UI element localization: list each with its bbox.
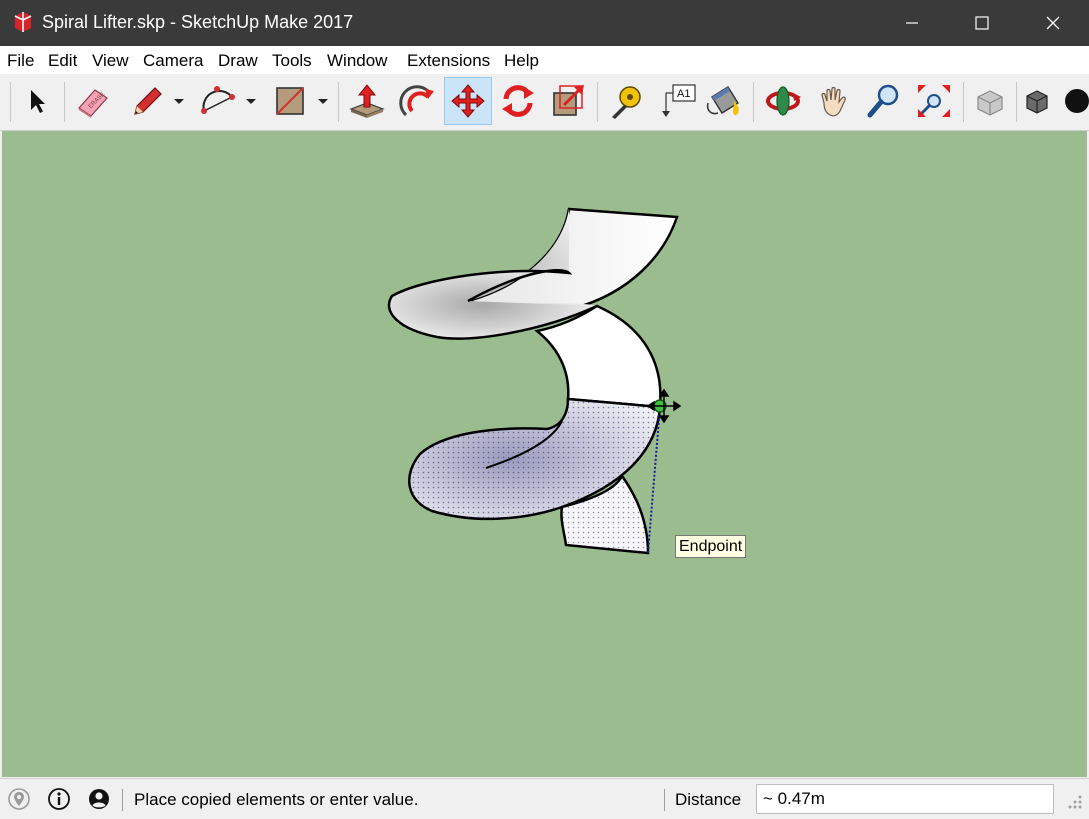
info-icon[interactable] (47, 787, 71, 811)
text-tool-label: A1 (677, 88, 690, 100)
follow-me-tool-button[interactable] (394, 77, 442, 125)
toolbar-separator (597, 82, 598, 122)
spiral-model (387, 207, 682, 555)
scale-tool-button[interactable] (544, 77, 592, 125)
solid-cube-icon (1026, 90, 1048, 114)
select-arrow-icon (31, 90, 45, 113)
rotate-tool-button[interactable] (494, 77, 542, 125)
toolbar-grip (10, 82, 11, 122)
menu-draw[interactable]: Draw (218, 51, 258, 71)
toolbar-separator (64, 82, 65, 122)
spiral-top-ribbon (463, 207, 679, 314)
menu-bar: File Edit View Camera Draw Tools Window … (0, 46, 1089, 74)
maximize-button[interactable] (959, 0, 1005, 46)
measurement-label: Distance (675, 790, 742, 809)
pan-tool-button[interactable] (810, 77, 858, 125)
line-dropdown-arrow-icon[interactable] (173, 94, 185, 108)
eraser-icon: ERASE (78, 89, 108, 118)
line-tool-button[interactable] (122, 77, 170, 125)
overflow-tool-button[interactable] (1057, 77, 1089, 125)
eraser-tool-button[interactable]: ERASE (68, 77, 116, 125)
user-account-icon[interactable] (87, 787, 111, 811)
rectangle-dropdown-arrow-icon[interactable] (317, 94, 329, 108)
arc-dropdown-arrow-icon[interactable] (245, 94, 257, 108)
title-bar: Spiral Lifter.skp - SketchUp Make 2017 (0, 0, 1089, 46)
zoom-extents-icon (918, 85, 950, 117)
menu-extensions[interactable]: Extensions (407, 51, 490, 71)
window-title: Spiral Lifter.skp - SketchUp Make 2017 (42, 12, 354, 32)
toolbar: ERASE A1 (0, 74, 1089, 131)
push-pull-icon (349, 84, 385, 118)
magnifier-icon (867, 84, 899, 118)
components-tool-button[interactable] (966, 77, 1014, 125)
scale-icon (553, 85, 584, 116)
menu-window[interactable]: Window (327, 51, 387, 71)
resize-grip-icon[interactable] (1062, 783, 1086, 815)
orbit-icon (766, 86, 801, 116)
toolbar-separator (963, 82, 964, 122)
zoom-extents-tool-button[interactable] (910, 77, 958, 125)
solid-tools-button[interactable] (1019, 77, 1053, 125)
arc-icon (201, 86, 235, 114)
move-arrows-icon (451, 84, 485, 118)
select-tool-button[interactable] (13, 77, 61, 125)
rectangle-icon (276, 87, 304, 115)
move-tool-button[interactable] (444, 77, 492, 125)
sketchup-logo-icon (14, 12, 32, 32)
black-sphere-icon (1065, 89, 1089, 113)
toolbar-separator (753, 82, 754, 122)
hand-pan-icon (821, 86, 846, 117)
menu-camera[interactable]: Camera (143, 51, 203, 71)
zoom-tool-button[interactable] (860, 77, 908, 125)
inference-tooltip: Endpoint (675, 535, 747, 558)
paint-bucket-tool-button[interactable] (700, 77, 748, 125)
close-icon (1046, 16, 1060, 30)
menu-edit[interactable]: Edit (48, 51, 77, 71)
toolbar-separator (338, 82, 339, 122)
measurement-input[interactable] (756, 784, 1054, 814)
menu-file[interactable]: File (7, 51, 34, 71)
orbit-tool-button[interactable] (759, 77, 807, 125)
status-separator (122, 789, 123, 811)
close-button[interactable] (1030, 0, 1076, 46)
status-message: Place copied elements or enter value. (134, 790, 419, 809)
geo-location-icon[interactable] (7, 787, 31, 811)
text-tool-button[interactable]: A1 (654, 77, 702, 125)
menu-view[interactable]: View (92, 51, 129, 71)
toolbar-separator (1016, 82, 1017, 122)
paint-bucket-icon (706, 86, 739, 116)
push-pull-tool-button[interactable] (343, 77, 391, 125)
menu-tools[interactable]: Tools (272, 51, 312, 71)
status-separator (664, 789, 665, 811)
menu-help[interactable]: Help (504, 51, 539, 71)
arc-tool-button[interactable] (194, 77, 242, 125)
text-label-icon: A1 (662, 84, 696, 117)
components-icon (977, 90, 1003, 116)
follow-me-icon (399, 85, 434, 117)
drawing-viewport[interactable]: Endpoint (2, 131, 1087, 777)
minimize-icon (906, 22, 918, 24)
rectangle-tool-button[interactable] (266, 77, 314, 125)
tape-measure-icon (612, 86, 641, 119)
rotate-icon (502, 85, 534, 117)
maximize-icon (975, 16, 989, 30)
pencil-icon (134, 87, 162, 115)
status-bar: Place copied elements or enter value. Di… (0, 778, 1089, 819)
tape-measure-tool-button[interactable] (602, 77, 650, 125)
minimize-button[interactable] (889, 0, 935, 46)
